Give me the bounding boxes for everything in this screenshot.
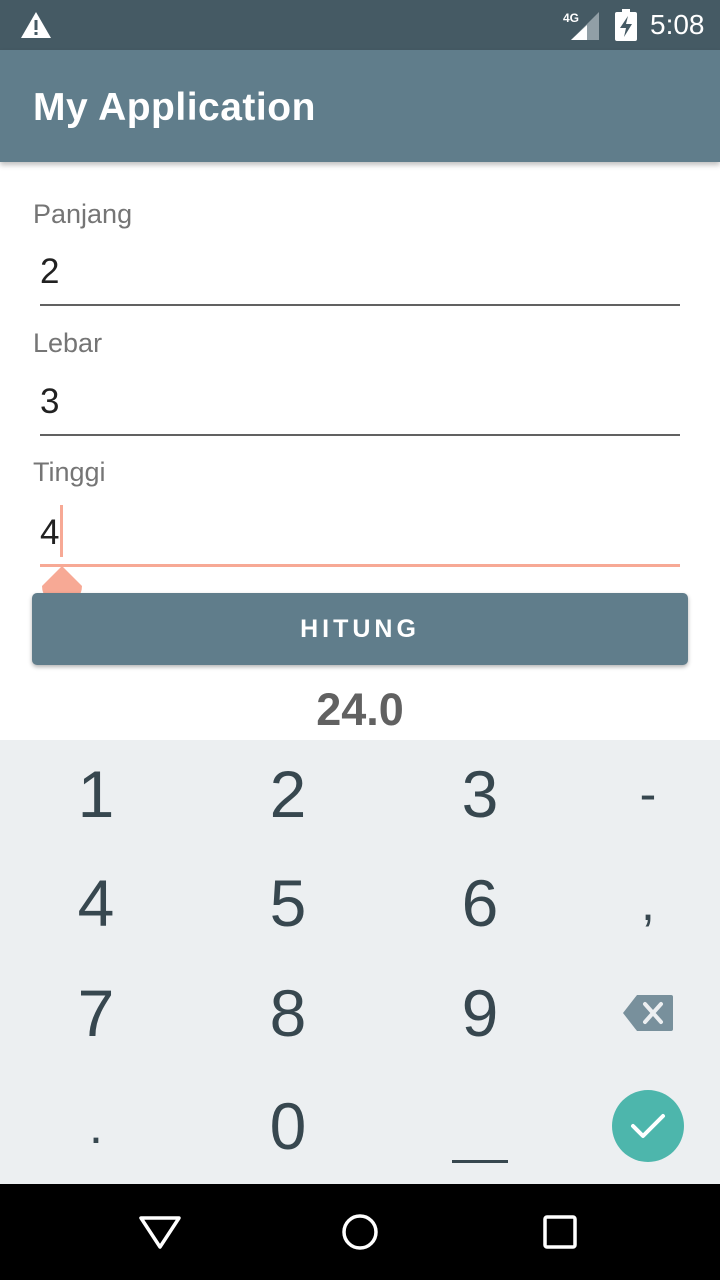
hitung-button[interactable]: HITUNG xyxy=(32,593,688,665)
text-cursor xyxy=(60,505,63,557)
key-5[interactable]: 5 xyxy=(192,848,384,958)
key-comma[interactable]: , xyxy=(576,848,720,958)
key-6[interactable]: 6 xyxy=(384,848,576,958)
panjang-underline xyxy=(40,304,680,306)
panjang-value: 2 xyxy=(40,252,60,291)
svg-text:4G: 4G xyxy=(563,11,579,25)
clock: 5:08 xyxy=(650,9,705,40)
tinggi-input[interactable]: 4 xyxy=(40,505,680,567)
lebar-value: 3 xyxy=(40,382,60,421)
key-4[interactable]: 4 xyxy=(0,848,192,958)
key-period[interactable]: . xyxy=(0,1068,192,1184)
status-bar: 4G 5:08 xyxy=(0,0,720,50)
panjang-label: Panjang xyxy=(33,199,133,229)
key-backspace[interactable] xyxy=(576,958,720,1068)
numeric-keyboard: 1 2 3 - 4 5 6 , 7 8 9 . 0 xyxy=(0,740,720,1184)
lebar-label: Lebar xyxy=(33,328,103,358)
key-8[interactable]: 8 xyxy=(192,958,384,1068)
key-space[interactable] xyxy=(384,1068,576,1184)
warning-icon xyxy=(21,12,51,38)
key-7[interactable]: 7 xyxy=(0,958,192,1068)
recents-button[interactable] xyxy=(536,1208,584,1256)
key-0[interactable]: 0 xyxy=(192,1068,384,1184)
hitung-button-label: HITUNG xyxy=(300,614,420,643)
key-done[interactable] xyxy=(576,1068,720,1184)
back-button[interactable] xyxy=(136,1208,184,1256)
recents-icon xyxy=(543,1215,577,1249)
tinggi-underline xyxy=(40,564,680,567)
back-icon xyxy=(139,1216,181,1249)
done-icon xyxy=(612,1090,684,1162)
lebar-underline xyxy=(40,434,680,436)
space-icon xyxy=(452,1159,508,1163)
navigation-bar xyxy=(0,1184,720,1280)
key-3[interactable]: 3 xyxy=(384,740,576,848)
lebar-input[interactable]: 3 xyxy=(40,376,680,436)
app-title: My Application xyxy=(33,86,316,129)
result-text: 24.0 xyxy=(316,684,404,735)
app-bar: My Application xyxy=(0,50,720,162)
home-button[interactable] xyxy=(336,1208,384,1256)
key-minus[interactable]: - xyxy=(576,740,720,848)
backspace-icon xyxy=(623,995,673,1031)
tinggi-value: 4 xyxy=(40,513,60,552)
signal-icon: 4G xyxy=(563,11,599,40)
panjang-input[interactable]: 2 xyxy=(40,246,680,306)
home-icon xyxy=(342,1214,378,1250)
key-9[interactable]: 9 xyxy=(384,958,576,1068)
key-2[interactable]: 2 xyxy=(192,740,384,848)
battery-charging-icon xyxy=(615,9,637,41)
key-1[interactable]: 1 xyxy=(0,740,192,848)
tinggi-label: Tinggi xyxy=(33,457,106,487)
